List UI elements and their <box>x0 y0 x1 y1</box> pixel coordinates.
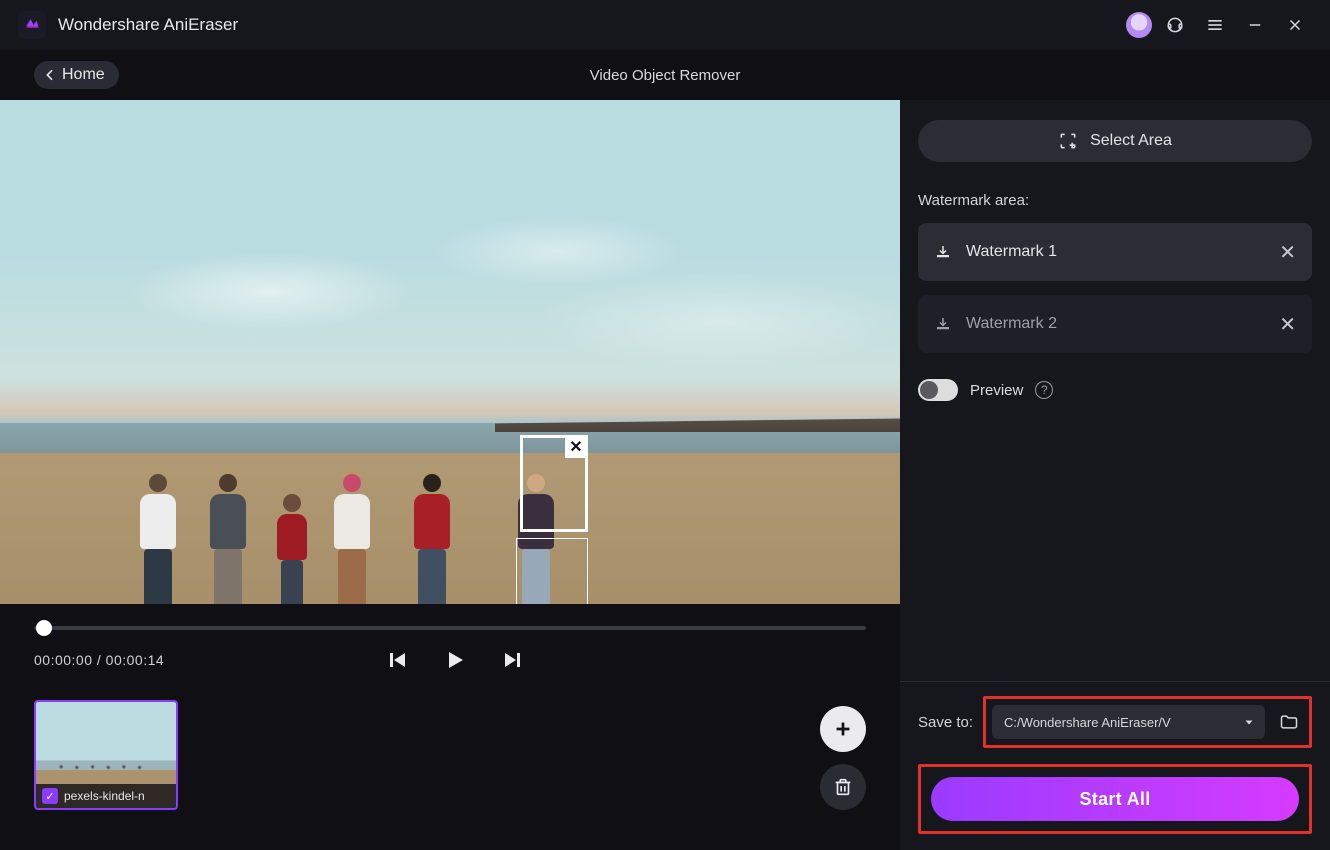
watermark-label: Watermark 1 <box>966 243 1057 261</box>
preview-label: Preview <box>970 382 1023 399</box>
menu-icon[interactable] <box>1198 8 1232 42</box>
watermark-remove-icon[interactable]: ✕ <box>1279 312 1296 337</box>
watermark-remove-icon[interactable]: ✕ <box>1279 240 1296 265</box>
thumbnail-check-icon[interactable]: ✓ <box>42 788 58 804</box>
chevron-down-icon <box>1243 716 1255 728</box>
save-path-dropdown[interactable]: C:/Wondershare AniEraser/V <box>992 705 1265 739</box>
clip-thumbnail[interactable]: ✓ pexels-kindel-n <box>34 700 178 810</box>
select-area-button[interactable]: Select Area <box>918 120 1312 162</box>
play-button[interactable] <box>443 648 467 672</box>
home-label: Home <box>62 66 105 84</box>
save-path-callout: C:/Wondershare AniEraser/V <box>983 696 1312 748</box>
start-all-button[interactable]: Start All <box>931 777 1299 821</box>
start-all-label: Start All <box>1079 789 1150 810</box>
selection-box-2[interactable] <box>516 538 588 604</box>
help-icon[interactable]: ? <box>1035 381 1053 399</box>
sub-header: Home Video Object Remover <box>0 50 1330 100</box>
watermark-item-2[interactable]: Watermark 2 ✕ <box>918 295 1312 353</box>
prev-button[interactable] <box>385 648 409 672</box>
preview-toggle[interactable] <box>918 379 958 401</box>
current-time: 00:00:00 <box>34 652 93 668</box>
thumbnail-label: pexels-kindel-n <box>64 789 145 803</box>
scrubber-thumb[interactable] <box>36 620 52 636</box>
watermark-label: Watermark 2 <box>966 315 1057 333</box>
duration: 00:00:14 <box>106 652 165 668</box>
home-button[interactable]: Home <box>34 61 119 89</box>
close-button[interactable] <box>1278 8 1312 42</box>
watermark-icon <box>934 243 952 261</box>
title-bar: Wondershare AniEraser <box>0 0 1330 50</box>
add-clip-button[interactable] <box>820 706 866 752</box>
next-button[interactable] <box>501 648 525 672</box>
start-callout: Start All <box>918 764 1312 834</box>
playback-time: 00:00:00 / 00:00:14 <box>34 652 164 668</box>
watermark-item-1[interactable]: Watermark 1 ✕ <box>918 223 1312 281</box>
app-title: Wondershare AniEraser <box>58 15 238 35</box>
divider <box>900 681 1330 682</box>
delete-clip-button[interactable] <box>820 764 866 810</box>
minimize-button[interactable] <box>1238 8 1272 42</box>
save-path-value: C:/Wondershare AniEraser/V <box>1004 715 1237 730</box>
selection-close-icon[interactable]: ✕ <box>565 436 587 458</box>
selection-box-1[interactable]: ✕ <box>520 435 588 532</box>
video-preview[interactable]: ✕ <box>0 100 900 604</box>
watermark-heading: Watermark area: <box>918 192 1312 209</box>
save-to-label: Save to: <box>918 714 973 731</box>
support-icon[interactable] <box>1158 8 1192 42</box>
browse-folder-button[interactable] <box>1275 708 1303 736</box>
page-title: Video Object Remover <box>590 67 741 84</box>
timeline-scrubber[interactable] <box>34 622 866 634</box>
select-area-label: Select Area <box>1090 132 1172 150</box>
watermark-icon <box>934 315 952 333</box>
app-logo-icon <box>18 11 46 39</box>
avatar[interactable] <box>1126 12 1152 38</box>
